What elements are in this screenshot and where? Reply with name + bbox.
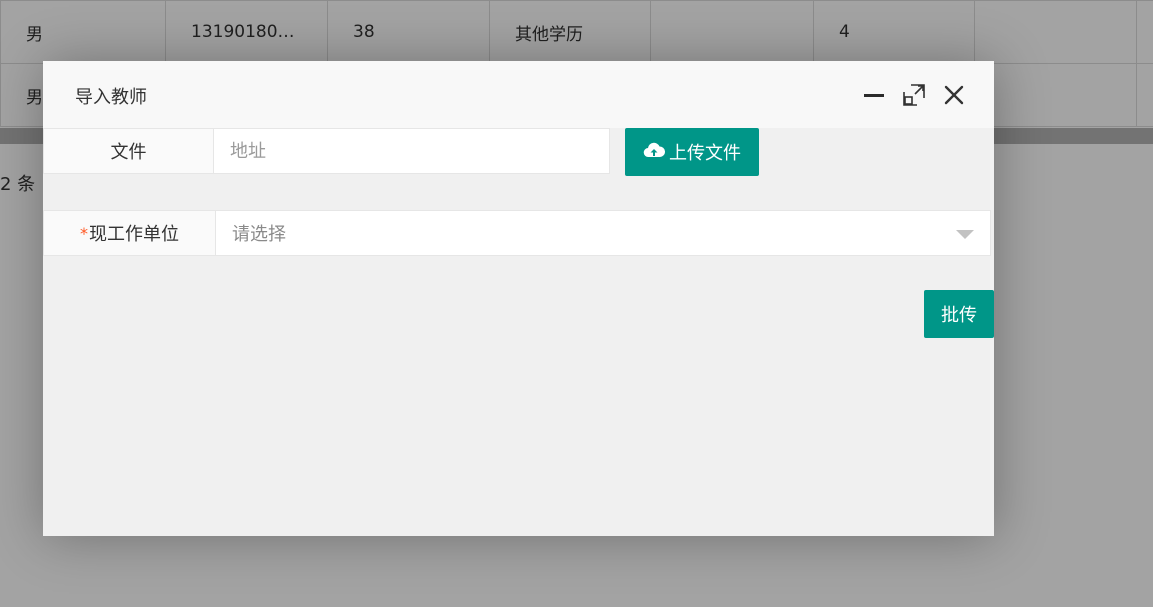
file-row: 文件 bbox=[43, 128, 610, 174]
dialog-header[interactable]: 导入教师 bbox=[43, 61, 994, 128]
file-path-input[interactable] bbox=[214, 128, 610, 174]
work-unit-select[interactable]: 请选择 bbox=[216, 210, 991, 256]
chevron-down-icon bbox=[956, 230, 974, 239]
maximize-icon[interactable] bbox=[902, 83, 926, 107]
dialog-title: 导入教师 bbox=[75, 87, 147, 108]
work-unit-row: * 现工作单位 请选择 bbox=[43, 210, 991, 256]
minimize-icon[interactable] bbox=[862, 83, 886, 107]
work-unit-selected-value: 请选择 bbox=[232, 224, 286, 245]
batch-upload-button[interactable]: 批传 bbox=[924, 290, 994, 338]
close-icon[interactable] bbox=[942, 83, 966, 107]
cloud-upload-icon bbox=[643, 141, 669, 164]
upload-file-button[interactable]: 上传文件 bbox=[625, 128, 759, 176]
import-teacher-dialog: 导入教师 文件 地址 上传文件 * 现工作单位 请选择 批传 bbox=[43, 61, 994, 536]
work-unit-label-text: 现工作单位 bbox=[89, 224, 179, 245]
file-label: 文件 bbox=[43, 128, 214, 174]
required-mark: * bbox=[80, 223, 88, 243]
upload-file-label: 上传文件 bbox=[669, 143, 741, 163]
work-unit-label: * 现工作单位 bbox=[43, 210, 216, 256]
